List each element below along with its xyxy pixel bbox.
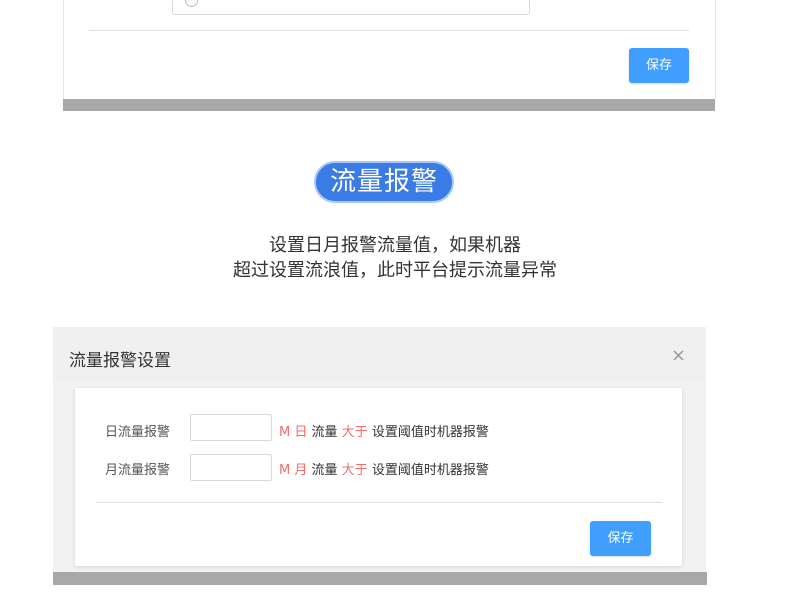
feature-description-line1: 设置日月报警流量值，如果机器	[269, 235, 521, 256]
daily-alarm-label: 日流量报警	[105, 425, 171, 440]
daily-period: 日	[294, 425, 308, 440]
daily-text2: 设置阈值时机器报警	[371, 425, 489, 440]
top-save-button[interactable]: 保存	[629, 48, 689, 83]
daily-comparator: 大于	[341, 425, 368, 440]
monthly-text1: 流量	[311, 463, 338, 478]
monthly-alarm-input[interactable]	[190, 454, 272, 481]
dialog-header: 流量报警设置 ×	[53, 327, 706, 382]
top-settings-panel: 保存	[63, 0, 716, 99]
monthly-alarm-rule: M 月 流量 大于 设置阈值时机器报警	[279, 459, 489, 478]
daily-alarm-rule: M 日 流量 大于 设置阈值时机器报警	[279, 421, 489, 440]
dialog-divider	[96, 502, 662, 503]
dialog-body: 日流量报警 M 日 流量 大于 设置阈值时机器报警 月流量报警 M 月 流量 大…	[75, 388, 682, 566]
monthly-period: 月	[294, 463, 308, 478]
feature-description-line2: 超过设置流浪值，此时平台提示流量异常	[233, 260, 557, 281]
daily-alarm-input[interactable]	[190, 414, 272, 441]
dialog-save-button[interactable]: 保存	[590, 521, 651, 556]
monthly-alarm-label: 月流量报警	[105, 463, 171, 478]
radio-icon[interactable]	[185, 0, 198, 7]
top-divider	[89, 30, 689, 31]
top-panel-bottom-bar	[63, 99, 715, 111]
daily-text1: 流量	[311, 425, 338, 440]
monthly-text2: 设置阈值时机器报警	[371, 463, 489, 478]
feature-title-pill: 流量报警	[314, 161, 454, 203]
dialog-title: 流量报警设置	[69, 351, 171, 371]
traffic-alarm-dialog: 流量报警设置 × 日流量报警 M 日 流量 大于 设置阈值时机器报警 月流量报警…	[53, 327, 706, 573]
close-icon[interactable]: ×	[671, 345, 686, 366]
dialog-bottom-bar	[53, 572, 707, 585]
daily-unit: M	[279, 425, 291, 440]
top-radio-field[interactable]	[172, 0, 530, 15]
monthly-comparator: 大于	[341, 463, 368, 478]
monthly-unit: M	[279, 463, 291, 478]
